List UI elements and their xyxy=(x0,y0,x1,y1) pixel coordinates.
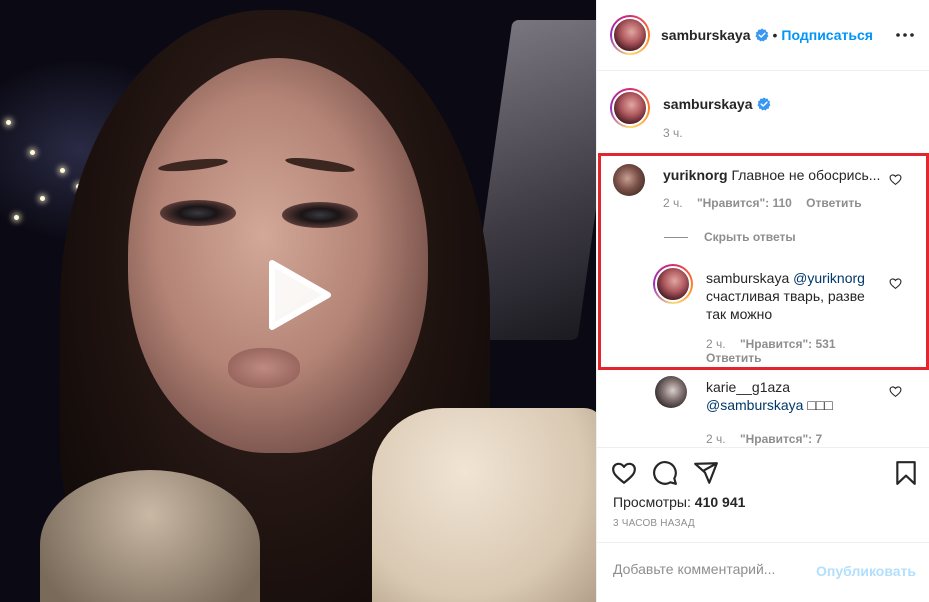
reply-button[interactable]: Ответить xyxy=(806,196,861,210)
reply-username[interactable]: samburskaya xyxy=(706,270,789,286)
caption-username[interactable]: samburskaya xyxy=(663,96,753,112)
eye xyxy=(282,202,358,228)
play-icon xyxy=(269,260,331,330)
avatar[interactable] xyxy=(610,88,650,128)
comment-username[interactable]: yuriknorg xyxy=(663,167,728,183)
comment-likes[interactable]: "Нравится": 110 xyxy=(697,196,792,210)
comment-time[interactable]: 2 ч. xyxy=(663,196,683,210)
lips xyxy=(228,348,300,388)
heart-icon[interactable] xyxy=(611,460,637,486)
publish-button[interactable]: Опубликовать xyxy=(816,563,916,579)
street-light xyxy=(6,120,11,125)
face xyxy=(128,58,428,453)
avatar[interactable] xyxy=(610,15,650,55)
avatar[interactable] xyxy=(655,376,687,408)
reply: karie__g1aza @samburskaya □□□ 2 ч. "Нрав… xyxy=(655,376,915,446)
reply: samburskaya @yuriknorg счастливая тварь,… xyxy=(653,264,913,365)
reply-likes[interactable]: "Нравится": 531 xyxy=(740,337,836,351)
caption-time: 3 ч. xyxy=(663,126,683,140)
reply-time[interactable]: 2 ч. xyxy=(706,337,726,351)
comment-input[interactable] xyxy=(613,561,803,577)
reply-text: счастливая тварь, разве так можно xyxy=(706,288,865,322)
header-username[interactable]: samburskaya xyxy=(661,27,751,43)
reply-like-heart-icon[interactable] xyxy=(889,277,902,290)
street-light xyxy=(30,150,35,155)
reply-mention[interactable]: @samburskaya xyxy=(706,397,803,413)
reply-text: □□□ xyxy=(807,397,833,413)
hide-replies-label: Скрыть ответы xyxy=(704,230,796,244)
share-icon[interactable] xyxy=(693,460,719,486)
post-actions: Просмотры: 410 941 3 ЧАСОВ НАЗАД xyxy=(597,447,929,542)
separator-dot: • xyxy=(772,27,778,43)
street-light xyxy=(40,196,45,201)
street-light xyxy=(14,215,19,220)
play-button[interactable] xyxy=(262,259,334,331)
verified-icon xyxy=(755,28,769,42)
bookmark-icon[interactable] xyxy=(893,460,919,486)
views-count: Просмотры: 410 941 xyxy=(613,494,745,510)
post-sidebar: samburskaya • Подписаться samburskaya 3 xyxy=(596,0,929,602)
post-timestamp[interactable]: 3 ЧАСОВ НАЗАД xyxy=(613,518,695,529)
reply-like-heart-icon[interactable] xyxy=(889,385,902,398)
comment-icon[interactable] xyxy=(652,460,678,486)
comment: yuriknorg Главное не обосрись... 2 ч. "Н… xyxy=(613,164,913,210)
fur-coat xyxy=(372,408,596,602)
avatar[interactable] xyxy=(653,264,693,304)
avatar[interactable] xyxy=(613,164,645,196)
follow-button[interactable]: Подписаться xyxy=(781,27,873,43)
reply-username[interactable]: karie__g1aza xyxy=(706,379,790,395)
hide-replies-button[interactable]: Скрыть ответы xyxy=(664,230,796,244)
reply-likes[interactable]: "Нравится": 7 xyxy=(740,432,822,446)
reply-mention[interactable]: @yuriknorg xyxy=(793,270,865,286)
post-header: samburskaya • Подписаться xyxy=(597,0,929,71)
caption: samburskaya xyxy=(610,88,771,128)
reply-time[interactable]: 2 ч. xyxy=(706,432,726,446)
verified-icon xyxy=(757,97,771,111)
divider xyxy=(664,236,688,238)
add-comment-bar: Опубликовать xyxy=(597,542,929,602)
more-icon[interactable] xyxy=(895,25,915,45)
comment-like-heart-icon[interactable] xyxy=(889,173,902,186)
street-light xyxy=(60,168,65,173)
comment-text: Главное не обосрись... xyxy=(731,167,881,183)
post-video[interactable] xyxy=(0,0,596,602)
reply-button[interactable]: Ответить xyxy=(706,351,761,365)
views-label: Просмотры: xyxy=(613,494,691,510)
comments-list[interactable]: samburskaya 3 ч. yuriknorg Главное не об… xyxy=(597,72,929,447)
views-value: 410 941 xyxy=(694,494,746,510)
eye xyxy=(160,200,236,226)
